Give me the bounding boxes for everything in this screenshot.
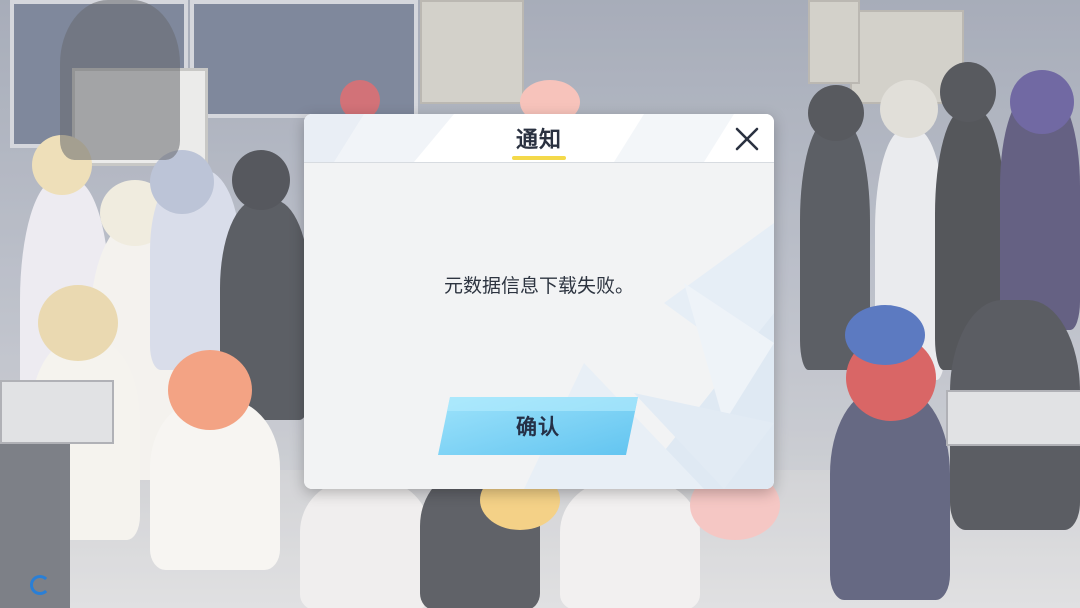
close-button[interactable] xyxy=(732,124,762,154)
loading-spinner-icon xyxy=(30,575,50,595)
game-screen: 通知 元数据信息下载失败。 确认 xyxy=(0,0,1080,608)
dialog-message: 元数据信息下载失败。 xyxy=(443,275,634,297)
dialog-title: 通知 xyxy=(515,128,562,153)
confirm-button-label: 确认 xyxy=(516,415,560,439)
notification-dialog: 通知 元数据信息下载失败。 确认 xyxy=(304,114,774,489)
close-icon xyxy=(735,127,759,151)
title-underline xyxy=(512,156,566,160)
dialog-header: 通知 xyxy=(304,114,774,163)
confirm-button[interactable]: 确认 xyxy=(438,397,638,455)
